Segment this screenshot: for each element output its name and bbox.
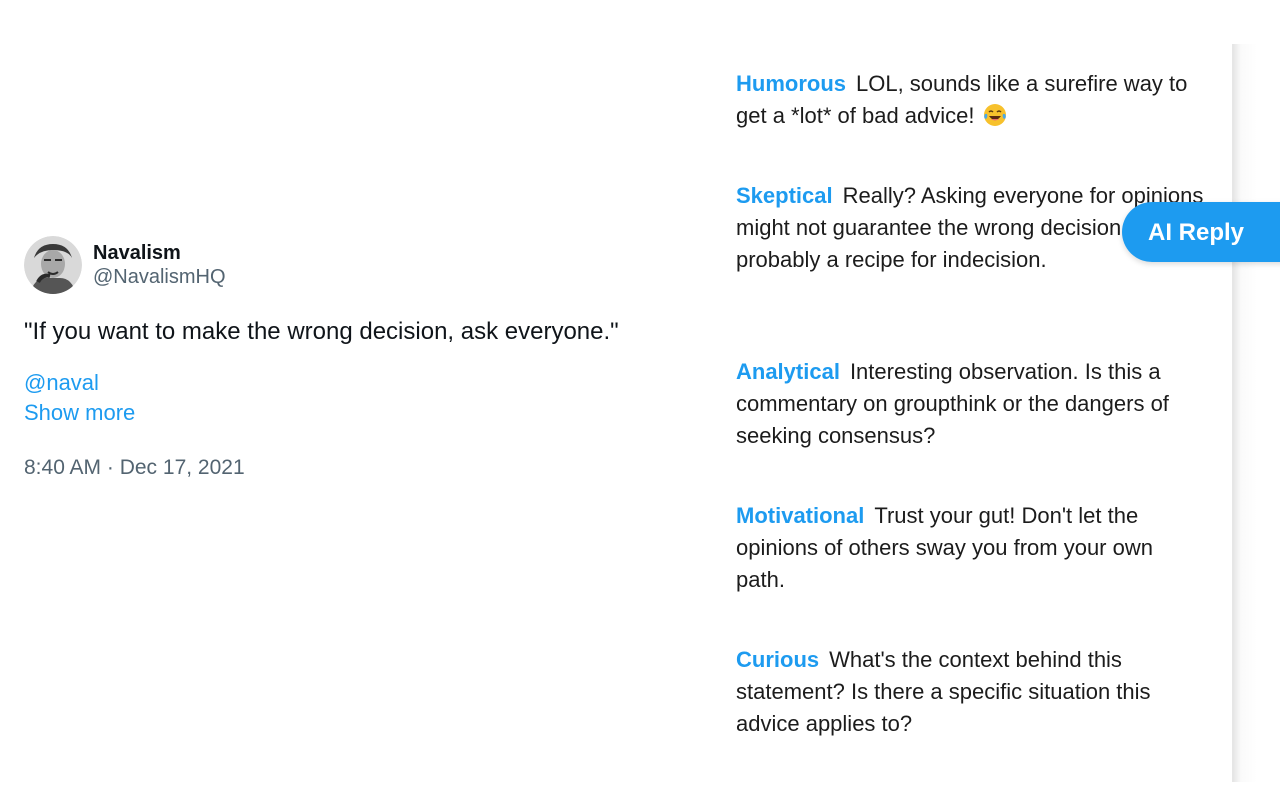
laughing-tears-icon bbox=[983, 104, 1006, 126]
reply-option-motivational[interactable]: Motivational Trust your gut! Don't let th… bbox=[736, 500, 1206, 596]
reply-tone-label: Curious bbox=[736, 647, 820, 672]
tweet-timestamp[interactable]: 8:40 AM · Dec 17, 2021 bbox=[24, 454, 704, 482]
author-name[interactable]: Navalism bbox=[93, 241, 226, 265]
mention-link[interactable]: @naval bbox=[24, 368, 704, 398]
author-info: Navalism @NavalismHQ bbox=[93, 241, 226, 289]
avatar-portrait-icon bbox=[24, 236, 82, 294]
author-handle[interactable]: @NavalismHQ bbox=[93, 265, 226, 289]
tweet-card: Navalism @NavalismHQ "If you want to mak… bbox=[24, 236, 704, 482]
ai-reply-button[interactable]: AI Reply bbox=[1122, 202, 1280, 262]
show-more-link[interactable]: Show more bbox=[24, 398, 704, 428]
reply-option-analytical[interactable]: Analytical Interesting observation. Is th… bbox=[736, 356, 1206, 452]
tweet-header: Navalism @NavalismHQ bbox=[24, 236, 704, 294]
tweet-text: "If you want to make the wrong decision,… bbox=[24, 318, 619, 345]
reply-tone-label: Motivational bbox=[736, 503, 865, 528]
reply-tone-label: Analytical bbox=[736, 359, 840, 384]
reply-option-humorous[interactable]: Humorous LOL, sounds like a surefire way … bbox=[736, 68, 1206, 132]
page: Navalism @NavalismHQ "If you want to mak… bbox=[0, 0, 1280, 800]
avatar[interactable] bbox=[24, 236, 82, 294]
reply-option-curious[interactable]: Curious What's the context behind this st… bbox=[736, 644, 1206, 740]
panel-edge bbox=[1232, 44, 1273, 782]
reply-tone-label: Humorous bbox=[736, 71, 846, 96]
reply-tone-label: Skeptical bbox=[736, 183, 833, 208]
